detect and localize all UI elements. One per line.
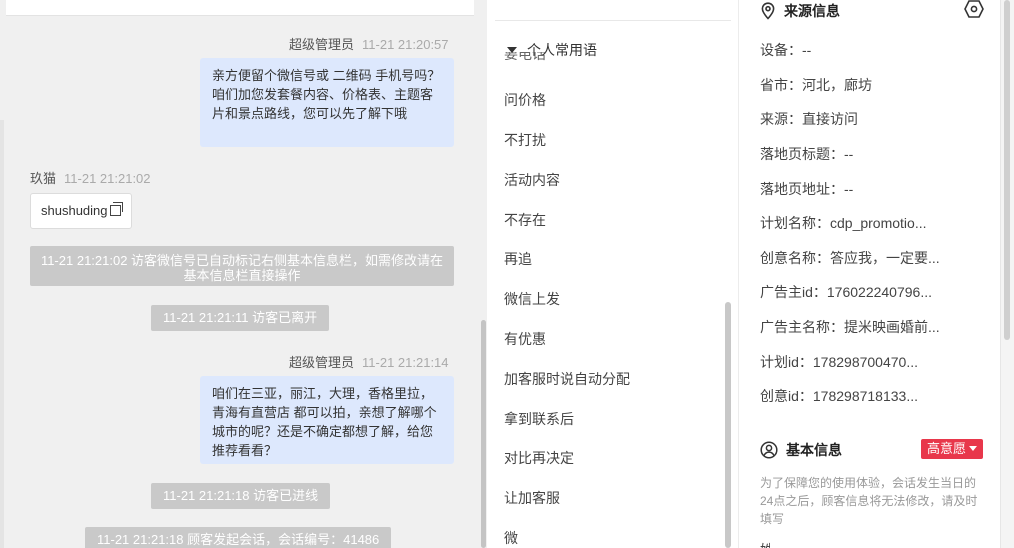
phrase-item[interactable]: 微	[504, 528, 518, 548]
info-row-creative-name: 创意名称：答应我，一定要...	[760, 250, 940, 266]
message-time: 11-21 21:20:57	[362, 37, 449, 52]
phrase-item[interactable]: 再追	[504, 249, 532, 269]
info-scrollbar[interactable]	[1004, 0, 1010, 340]
info-row-plan-name: 计划名称：cdp_promotio...	[760, 215, 927, 231]
visitor-message-bubble[interactable]: shushuding	[30, 193, 132, 229]
phrase-item[interactable]: 拿到联系后	[504, 409, 574, 429]
intent-level-value: 高意愿	[927, 441, 967, 456]
system-notice: 11-21 21:21:18 访客已进线	[151, 483, 331, 509]
visitor-name: 玖猫	[30, 171, 57, 186]
chat-panel: 超级管理员 11-21 21:20:57 亲方便留个微信号或 二维码 手机号吗？咱…	[0, 0, 487, 548]
chat-top-bar	[6, 0, 474, 16]
info-row-device: 设备：--	[760, 42, 812, 58]
source-info-header: 来源信息	[760, 1, 840, 21]
settings-icon[interactable]	[964, 0, 984, 18]
info-row-landing-title: 落地页标题：--	[760, 146, 854, 162]
phrase-item[interactable]: 对比再决定	[504, 448, 574, 468]
agent-message-bubble[interactable]: 咱们在三亚，丽江，大理，香格里拉，青海有直营店 都可以拍，亲想了解哪个城市的呢？…	[200, 376, 454, 464]
info-row-landing-url: 落地页地址：--	[760, 181, 854, 197]
phrase-item[interactable]: 有优惠	[504, 329, 546, 349]
info-row-plan-id: 计划id：178298700470...	[760, 354, 918, 370]
info-row-source: 来源：直接访问	[760, 111, 858, 127]
chat-scrollbar[interactable]	[481, 320, 486, 548]
phrase-item[interactable]: 要电话	[504, 52, 546, 64]
agent-name: 超级管理员	[289, 355, 355, 370]
message-time: 11-21 21:21:14	[362, 355, 449, 370]
chat-left-edge	[0, 120, 4, 548]
phrase-item[interactable]: 问价格	[504, 90, 546, 110]
system-notice: 11-21 21:21:18 顾客发起会话，会话编号：41486	[85, 527, 392, 548]
phrases-scrollbar[interactable]	[725, 302, 731, 548]
agent-message-bubble[interactable]: 亲方便留个微信号或 二维码 手机号吗？咱们加您发套餐内容、价格表、主题客片和景点…	[200, 58, 454, 147]
info-row-advertiser-name: 广告主名称：提米映画婚前...	[760, 319, 940, 335]
basic-info-title: 基本信息	[786, 442, 842, 458]
chevron-down-icon	[969, 446, 978, 451]
location-pin-icon	[761, 2, 775, 20]
info-row-label: 姓	[760, 540, 770, 548]
divider	[495, 20, 731, 21]
info-row-advertiser-id: 广告主id：176022240796...	[760, 284, 932, 300]
phrase-item[interactable]: 让加客服	[504, 488, 560, 508]
phrase-item[interactable]: 活动内容	[504, 170, 560, 190]
message-time: 11-21 21:21:02	[64, 171, 151, 186]
phrase-item[interactable]: 不打扰	[504, 130, 546, 150]
basic-info-header: 基本信息	[760, 440, 842, 460]
agent-name: 超级管理员	[289, 37, 355, 52]
source-info-title: 来源信息	[784, 3, 840, 19]
system-notice: 11-21 21:21:11 访客已离开	[151, 305, 330, 331]
quick-phrases-panel: 个人常用语 要电话 问价格 不打扰 活动内容 不存在 再追 微信上发 有优惠 加…	[487, 0, 739, 548]
copy-icon[interactable]	[109, 202, 123, 216]
info-row-partial: 姓	[760, 540, 770, 548]
info-row-creative-id: 创意id：178298718133...	[760, 388, 918, 404]
workspace: 超级管理员 11-21 21:20:57 亲方便留个微信号或 二维码 手机号吗？咱…	[0, 0, 1014, 548]
user-icon	[760, 441, 778, 459]
agent-message-meta: 超级管理员 11-21 21:20:57	[289, 34, 449, 53]
phrase-item-text: 要电话	[504, 52, 546, 62]
phrase-item[interactable]: 微信上发	[504, 289, 560, 309]
visitor-message-text: shushuding	[41, 203, 108, 218]
system-notice: 11-21 21:21:02 访客微信号已自动标记右侧基本信息栏，如需修改请在基…	[30, 246, 454, 286]
info-row-region: 省市：河北，廊坊	[760, 77, 872, 93]
agent-message-meta: 超级管理员 11-21 21:21:14	[289, 352, 449, 371]
visitor-message-meta: 玖猫 11-21 21:21:02	[30, 168, 151, 187]
visitor-info-panel: 来源信息 设备：-- 省市：河北，廊坊 来源：直接访问 落地页标题：-- 落地页…	[740, 0, 1014, 548]
basic-info-note: 为了保障您的使用体验，会话发生当日的24点之后，顾客信息将无法修改，请及时填写	[760, 476, 978, 526]
phrase-item[interactable]: 加客服时说自动分配	[504, 369, 630, 389]
intent-level-dropdown[interactable]: 高意愿	[921, 439, 984, 459]
phrase-item[interactable]: 不存在	[504, 210, 546, 230]
